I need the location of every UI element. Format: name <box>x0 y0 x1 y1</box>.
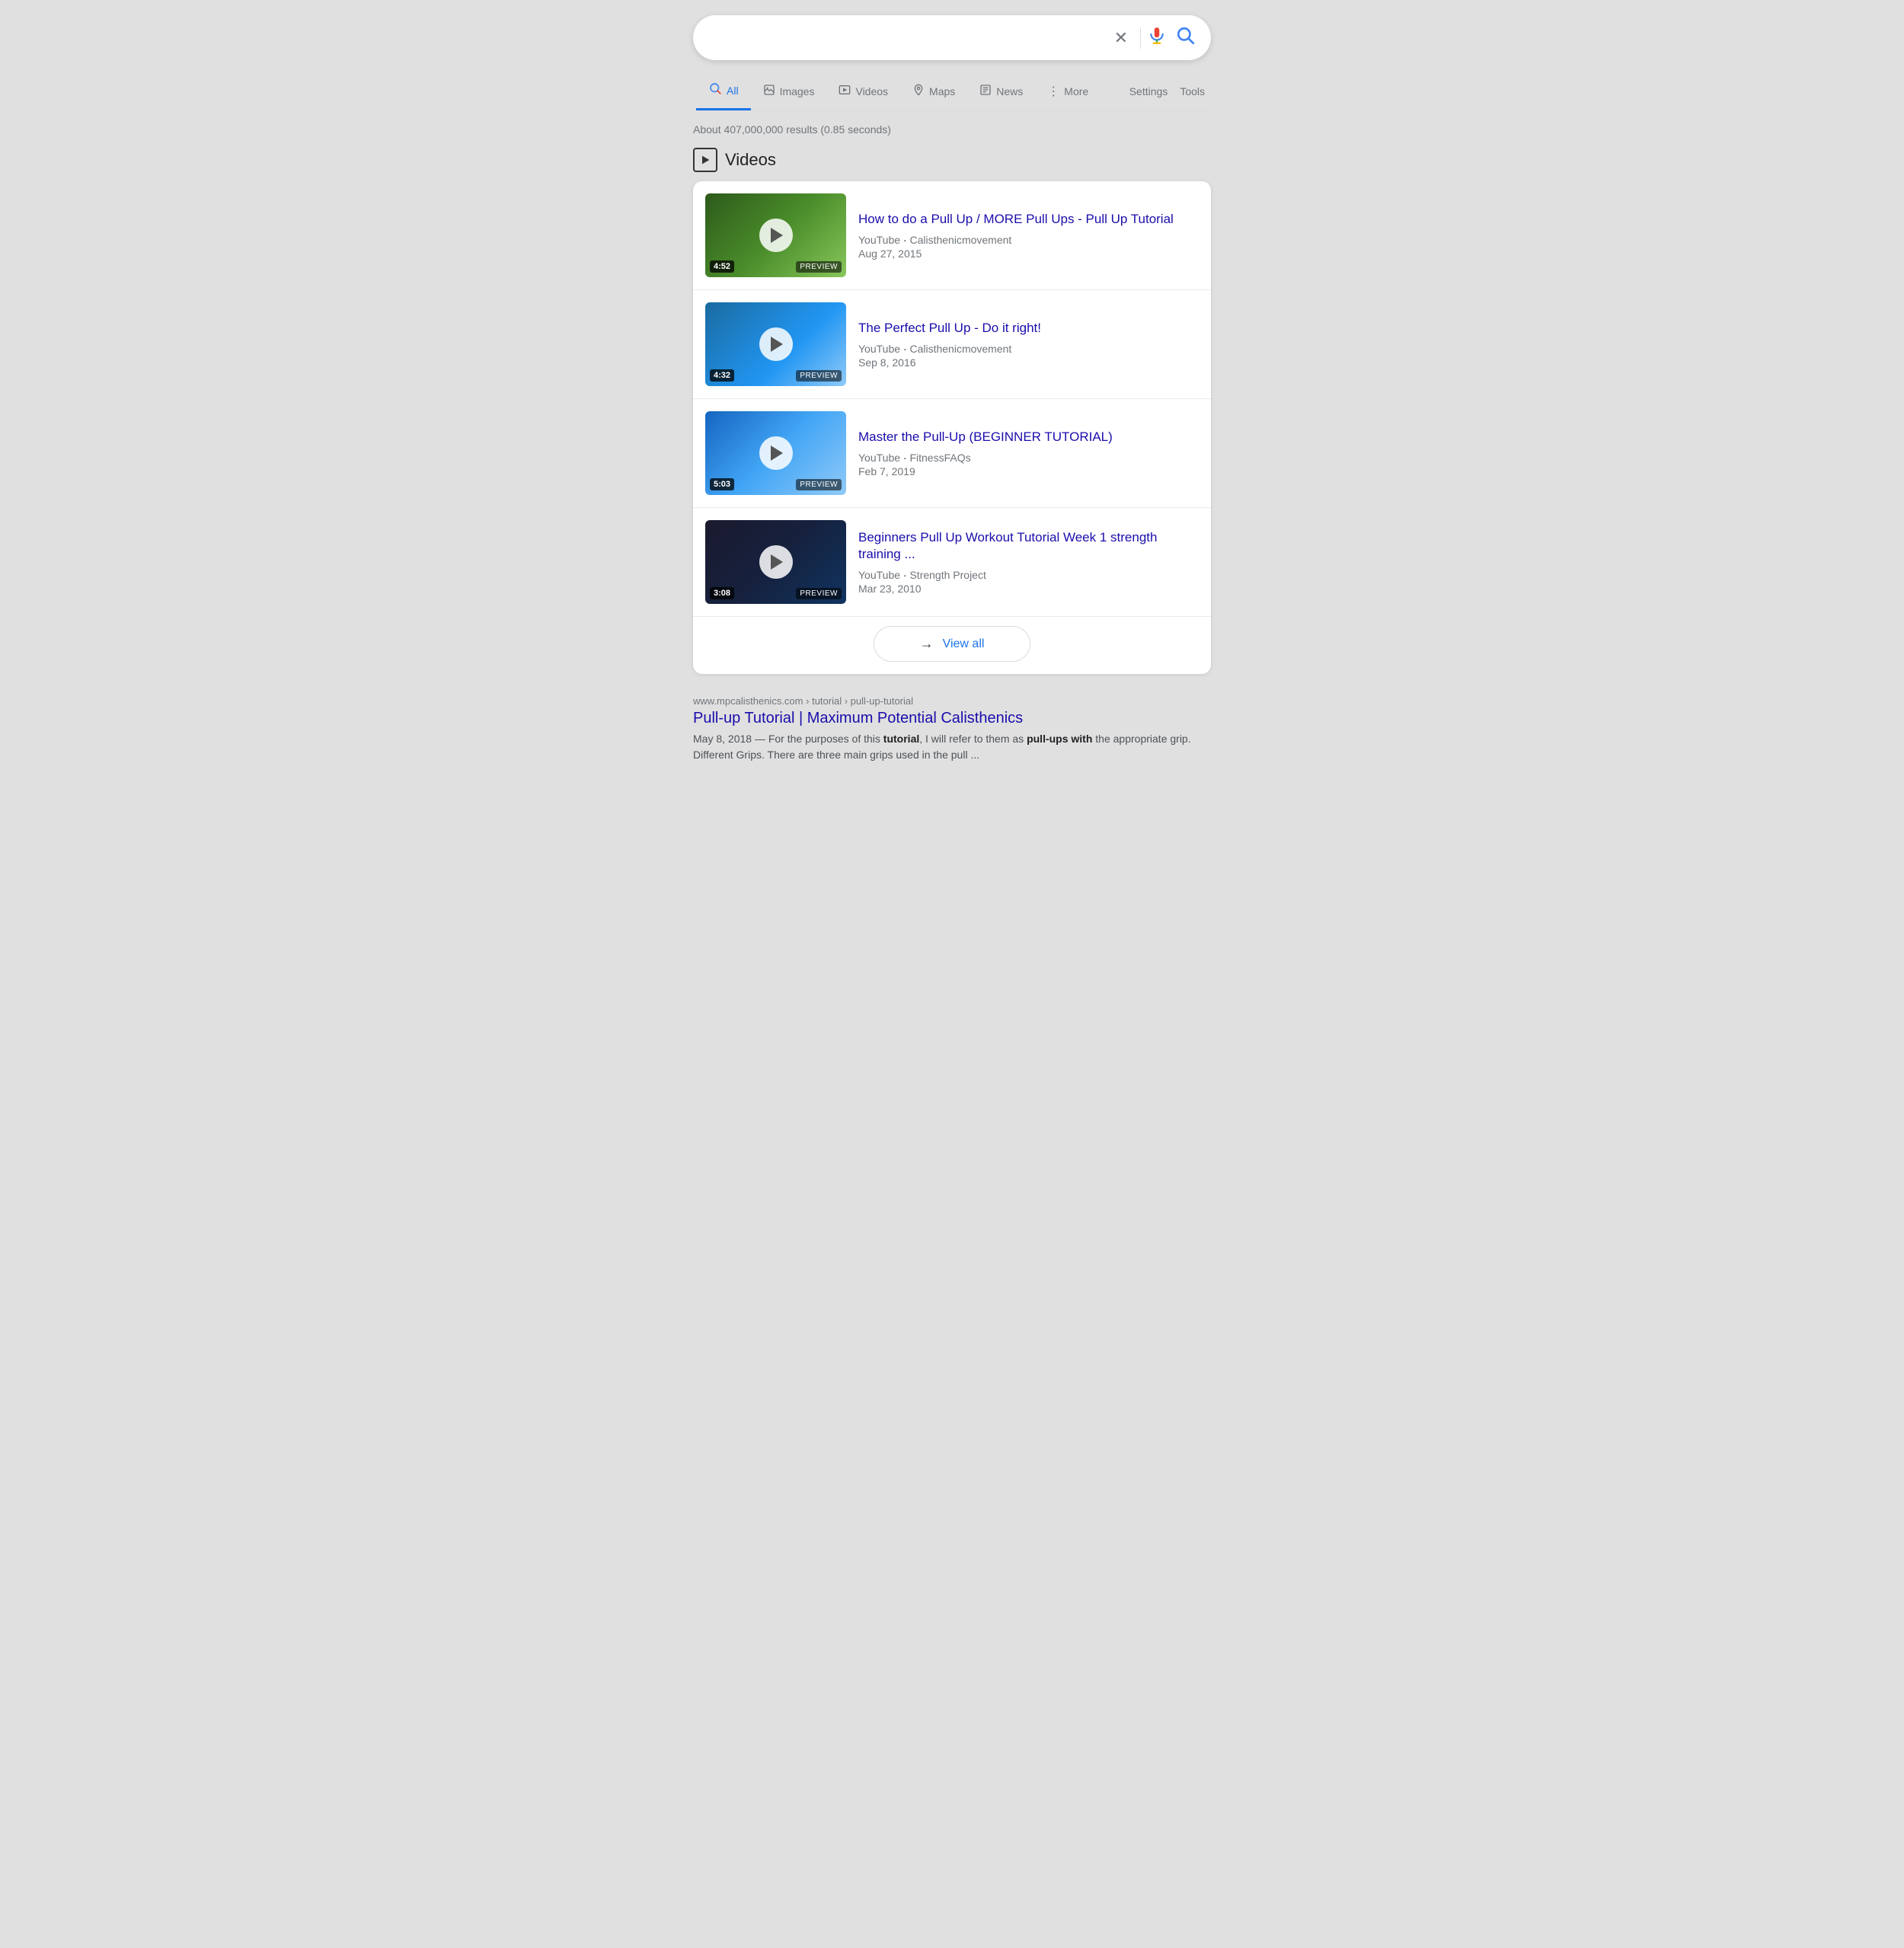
preview-label-3: PREVIEW <box>796 479 842 490</box>
video-thumbnail-2: 4:32 PREVIEW <box>705 302 846 386</box>
result-path-separator-1: › <box>806 695 812 707</box>
result-snippet-1: May 8, 2018 — For the purposes of this t… <box>693 731 1211 763</box>
video-date-1: Aug 27, 2015 <box>858 247 1199 260</box>
play-button-3[interactable] <box>759 436 793 470</box>
tab-videos[interactable]: Videos <box>826 75 900 109</box>
preview-label-2: PREVIEW <box>796 370 842 382</box>
video-info-1: How to do a Pull Up / MORE Pull Ups - Pu… <box>858 211 1199 260</box>
tab-news-label: News <box>996 85 1023 97</box>
tab-all-label: All <box>727 85 739 97</box>
tab-more[interactable]: ⋮ More <box>1035 75 1101 108</box>
view-all-button[interactable]: → View all <box>874 626 1031 662</box>
videos-section-title: Videos <box>725 150 776 170</box>
clear-icon[interactable]: ✕ <box>1108 28 1134 48</box>
video-thumbnail-1: 4:52 PREVIEW <box>705 193 846 277</box>
search-input[interactable]: pull up tutorial <box>708 29 1108 46</box>
video-duration-3: 5:03 <box>710 478 734 490</box>
videos-tab-icon <box>839 84 851 100</box>
tab-news[interactable]: News <box>967 75 1035 109</box>
video-source-3: YouTube · FitnessFAQs <box>858 452 1199 464</box>
play-button-4[interactable] <box>759 545 793 579</box>
video-thumbnail-4: 3:08 PREVIEW <box>705 520 846 604</box>
view-all-label: View all <box>943 637 985 651</box>
video-item-4[interactable]: 3:08 PREVIEW Beginners Pull Up Workout T… <box>693 508 1211 617</box>
video-source-2: YouTube · Calisthenicmovement <box>858 343 1199 355</box>
video-info-3: Master the Pull-Up (BEGINNER TUTORIAL) Y… <box>858 429 1199 477</box>
video-duration-1: 4:52 <box>710 260 734 273</box>
videos-section-header: Videos <box>693 148 1211 172</box>
tab-all[interactable]: All <box>696 72 751 110</box>
video-item-1[interactable]: 4:52 PREVIEW How to do a Pull Up / MORE … <box>693 181 1211 290</box>
result-url-1: www.mpcalisthenics.com › tutorial › pull… <box>693 695 1211 707</box>
divider <box>1140 27 1141 49</box>
search-result-1: www.mpcalisthenics.com › tutorial › pull… <box>693 689 1211 769</box>
video-date-4: Mar 23, 2010 <box>858 583 1199 595</box>
video-title-1[interactable]: How to do a Pull Up / MORE Pull Ups - Pu… <box>858 211 1199 228</box>
video-item-2[interactable]: 4:32 PREVIEW The Perfect Pull Up - Do it… <box>693 290 1211 399</box>
videos-card: 4:52 PREVIEW How to do a Pull Up / MORE … <box>693 181 1211 674</box>
preview-label-4: PREVIEW <box>796 588 842 599</box>
play-triangle-2 <box>771 337 783 352</box>
result-title-1[interactable]: Pull-up Tutorial | Maximum Potential Cal… <box>693 708 1211 728</box>
video-title-2[interactable]: The Perfect Pull Up - Do it right! <box>858 320 1199 337</box>
video-source-1: YouTube · Calisthenicmovement <box>858 234 1199 246</box>
page-wrapper: pull up tutorial ✕ <box>693 15 1211 769</box>
video-item-3[interactable]: 5:03 PREVIEW Master the Pull-Up (BEGINNE… <box>693 399 1211 508</box>
video-duration-2: 4:32 <box>710 369 734 382</box>
video-source-4: YouTube · Strength Project <box>858 569 1199 581</box>
video-duration-4: 3:08 <box>710 587 734 599</box>
video-info-4: Beginners Pull Up Workout Tutorial Week … <box>858 529 1199 595</box>
tab-images[interactable]: Images <box>751 75 827 109</box>
play-button-1[interactable] <box>759 219 793 252</box>
view-all-container: → View all <box>693 617 1211 674</box>
tab-maps[interactable]: Maps <box>900 75 967 109</box>
tab-videos-label: Videos <box>855 85 888 97</box>
video-date-2: Sep 8, 2016 <box>858 356 1199 369</box>
video-info-2: The Perfect Pull Up - Do it right! YouTu… <box>858 320 1199 369</box>
result-domain-1: www.mpcalisthenics.com <box>693 695 803 707</box>
tab-maps-label: Maps <box>929 85 955 97</box>
images-tab-icon <box>763 84 775 100</box>
video-title-4[interactable]: Beginners Pull Up Workout Tutorial Week … <box>858 529 1199 563</box>
nav-tabs: All Images Videos <box>693 72 1211 111</box>
play-triangle-1 <box>771 228 783 243</box>
settings-link[interactable]: Settings <box>1123 76 1174 107</box>
video-thumbnail-3: 5:03 PREVIEW <box>705 411 846 495</box>
result-path-1: tutorial › pull-up-tutorial <box>812 695 913 707</box>
arrow-right-icon: → <box>920 636 934 652</box>
more-tab-icon: ⋮ <box>1047 84 1059 99</box>
play-button-2[interactable] <box>759 327 793 361</box>
search-bar: pull up tutorial ✕ <box>693 15 1211 60</box>
tools-link[interactable]: Tools <box>1174 76 1211 107</box>
mic-icon[interactable] <box>1147 26 1167 49</box>
play-triangle-4 <box>771 554 783 570</box>
videos-section-icon <box>693 148 717 172</box>
all-tab-icon <box>708 81 722 99</box>
preview-label-1: PREVIEW <box>796 261 842 273</box>
results-count: About 407,000,000 results (0.85 seconds) <box>693 117 1211 148</box>
maps-tab-icon <box>912 84 925 100</box>
video-date-3: Feb 7, 2019 <box>858 465 1199 477</box>
news-tab-icon <box>979 84 992 100</box>
tab-more-label: More <box>1064 85 1088 97</box>
play-triangle-3 <box>771 445 783 461</box>
tab-images-label: Images <box>780 85 815 97</box>
search-button[interactable] <box>1176 26 1196 49</box>
video-title-3[interactable]: Master the Pull-Up (BEGINNER TUTORIAL) <box>858 429 1199 445</box>
